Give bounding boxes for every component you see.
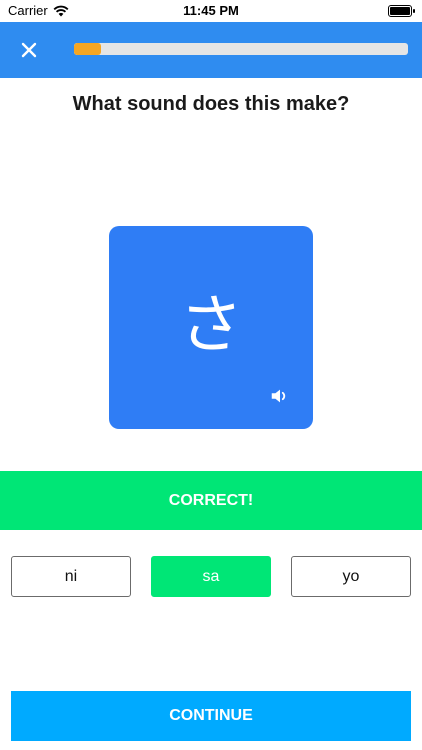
feedback-text: CORRECT! [168, 491, 254, 509]
top-bar [0, 22, 422, 78]
feedback-banner: CORRECT! [0, 471, 422, 530]
status-bar: Carrier 11:45 PM [0, 0, 422, 22]
option-sa-button[interactable]: sa [151, 556, 271, 597]
continue-button[interactable]: CONTINUE [11, 691, 411, 741]
character-card: さ [109, 226, 313, 429]
kana-character: さ [179, 289, 243, 363]
battery-icon [388, 5, 415, 17]
option-yo-button[interactable]: yo [291, 556, 411, 597]
progress-fill [74, 43, 101, 55]
status-time: 11:45 PM [183, 3, 239, 18]
close-button[interactable] [14, 35, 44, 65]
close-icon [21, 42, 37, 58]
option-ni-button[interactable]: ni [11, 556, 131, 597]
progress-bar [74, 43, 408, 55]
battery-level [390, 7, 410, 15]
speaker-icon[interactable] [269, 385, 291, 407]
answer-options: ni sa yo [0, 556, 422, 597]
question-prompt: What sound does this make? [72, 93, 350, 115]
